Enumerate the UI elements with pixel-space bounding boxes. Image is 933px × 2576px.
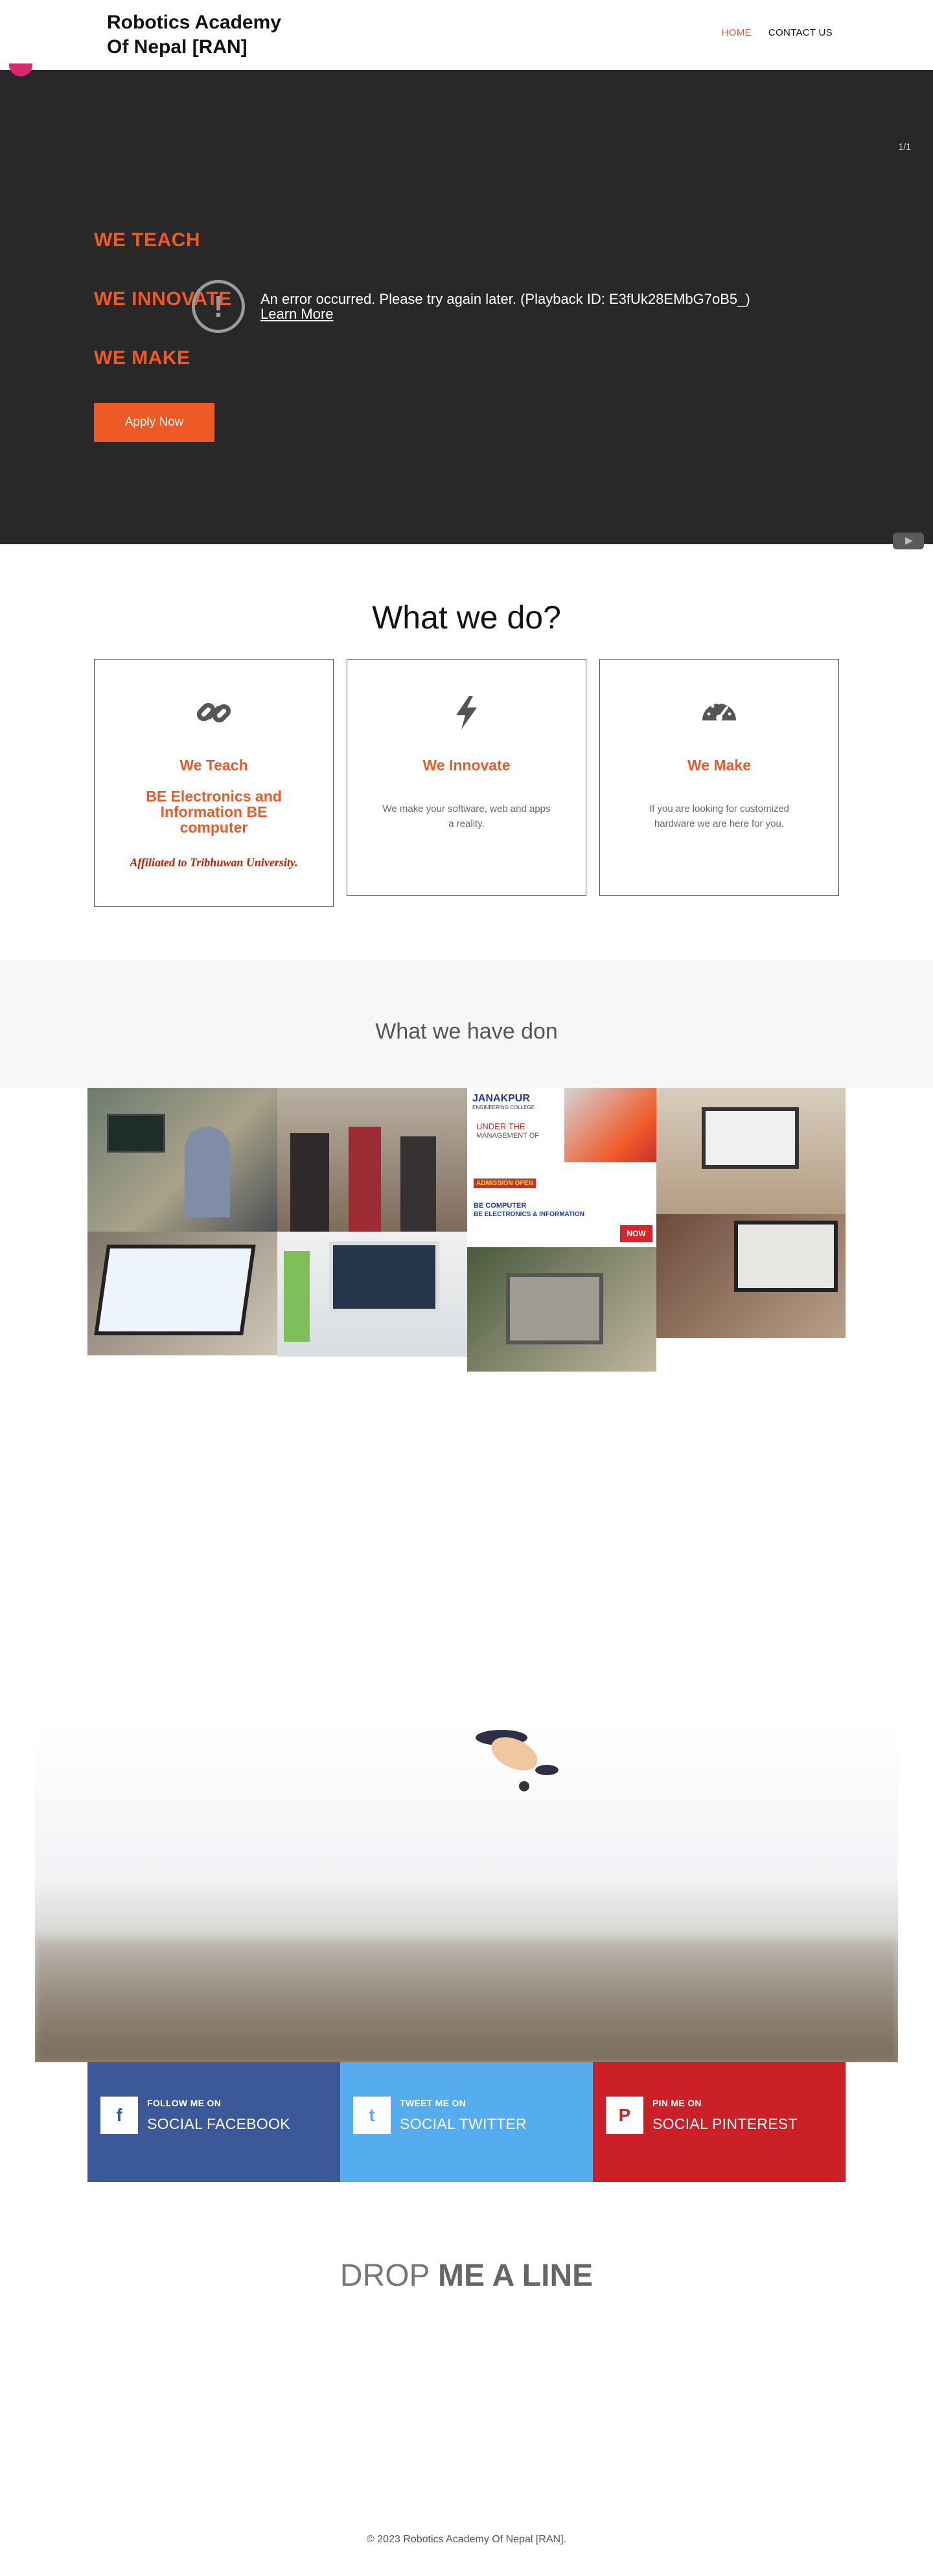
- card-title: We Make: [687, 757, 751, 774]
- social-facebook[interactable]: f FOLLOW ME ON SOCIAL FACEBOOK: [87, 2062, 340, 2182]
- card-we-innovate: We Innovate We make your software, web a…: [347, 659, 586, 896]
- drone-icon: [476, 1730, 559, 1791]
- card-title: We Innovate: [422, 757, 511, 774]
- drone-parallax-image: [35, 1725, 898, 2062]
- social-twitter[interactable]: t TWEET ME ON SOCIAL TWITTER: [340, 2062, 593, 2182]
- portfolio-band: What we have don: [0, 961, 933, 1088]
- poster-admission: ADMISSION OPEN: [474, 1179, 536, 1188]
- pinterest-icon: P: [606, 2097, 643, 2134]
- brand-line-1[interactable]: Robotics Academy: [107, 10, 340, 35]
- gallery-image-robot-lab[interactable]: [87, 1088, 277, 1232]
- link-icon: [196, 702, 231, 723]
- gallery-image-laptop-desk[interactable]: [656, 1088, 846, 1214]
- drop-bold: ME A LINE: [438, 2259, 593, 2293]
- nav-contact-link[interactable]: CONTACT US: [768, 27, 833, 38]
- slide-counter: 1/1: [898, 141, 911, 152]
- affiliation-text: Affiliated to Tribhuwan University.: [130, 856, 298, 869]
- video-error-message: An error occurred. Please try again late…: [260, 291, 750, 307]
- what-we-do-title: What we do?: [372, 599, 561, 636]
- card-description: We make your software, web and apps a re…: [382, 803, 551, 829]
- video-error-icon: !: [192, 280, 245, 333]
- card-we-teach: We Teach BE Electronics and Information …: [94, 659, 334, 907]
- youtube-play-icon[interactable]: [893, 533, 924, 549]
- footer-copyright: © 2023 Robotics Academy Of Nepal [RAN].: [367, 2534, 566, 2545]
- card-subtitle: BE Electronics and Information BE comput…: [146, 788, 282, 836]
- poster-college-name: JANAKPUR: [472, 1093, 530, 1104]
- poster-management: MANAGEMENT OF: [476, 1132, 539, 1140]
- dashboard-icon: [702, 701, 736, 721]
- twitter-icon: t: [353, 2097, 391, 2134]
- social-pinterest[interactable]: P PIN ME ON SOCIAL PINTEREST: [593, 2062, 846, 2182]
- facebook-icon: f: [100, 2097, 138, 2134]
- portfolio-title: What we have don: [375, 1019, 558, 1044]
- social-twitter-small: TWEET ME ON: [400, 2098, 466, 2108]
- poster-enroll-now: NOW: [620, 1225, 652, 1242]
- apply-now-button[interactable]: Apply Now: [94, 403, 214, 442]
- site-header: Robotics Academy Of Nepal [RAN] HOME CON…: [0, 0, 933, 70]
- drop-me-a-line-heading: DROP ME A LINE: [0, 2258, 933, 2294]
- gallery-image-award-ceremony[interactable]: [277, 1088, 467, 1232]
- gallery-image-laptop-typing[interactable]: [656, 1214, 846, 1338]
- gallery-image-laptop-website[interactable]: [87, 1232, 277, 1355]
- gallery-image-laptop-hands[interactable]: [467, 1247, 656, 1372]
- nav-home-link[interactable]: HOME: [722, 27, 752, 38]
- hero-video-section: 1/1 WE TEACH WE INNOVATE WE MAKE Apply N…: [0, 70, 933, 549]
- card-we-make: We Make If you are looking for customize…: [599, 659, 839, 896]
- poster-college-sub: ENGINEERING COLLEGE: [472, 1105, 535, 1110]
- main-nav: HOME CONTACT US: [722, 27, 833, 38]
- social-facebook-small: FOLLOW ME ON: [147, 2098, 222, 2108]
- poster-course-computer: BE COMPUTER: [474, 1202, 527, 1210]
- brand-logo-text[interactable]: Robotics Academy Of Nepal [RAN]: [107, 10, 340, 60]
- drop-light: DROP: [340, 2259, 430, 2293]
- card-title: We Teach: [179, 757, 248, 774]
- gallery-image-admission-poster[interactable]: JANAKPUR ENGINEERING COLLEGE UNDER THE M…: [467, 1088, 656, 1247]
- hero-line-make: WE MAKE: [94, 347, 190, 369]
- brand-line-2[interactable]: Of Nepal [RAN]: [107, 35, 340, 60]
- social-pinterest-small: PIN ME ON: [652, 2098, 702, 2108]
- bolt-icon: [456, 696, 477, 730]
- gallery-image-imac[interactable]: [277, 1232, 467, 1357]
- social-twitter-label: SOCIAL TWITTER: [400, 2115, 527, 2132]
- social-facebook-label: SOCIAL FACEBOOK: [147, 2115, 290, 2132]
- hero-line-teach: WE TEACH: [94, 229, 200, 251]
- social-pinterest-label: SOCIAL PINTEREST: [652, 2115, 798, 2132]
- poster-under: UNDER THE: [476, 1121, 525, 1131]
- video-error-learn-more-link[interactable]: Learn More: [260, 306, 334, 323]
- card-description: If you are looking for customized hardwa…: [649, 803, 789, 829]
- poster-course-electronics: BE ELECTRONICS & INFORMATION: [474, 1211, 584, 1218]
